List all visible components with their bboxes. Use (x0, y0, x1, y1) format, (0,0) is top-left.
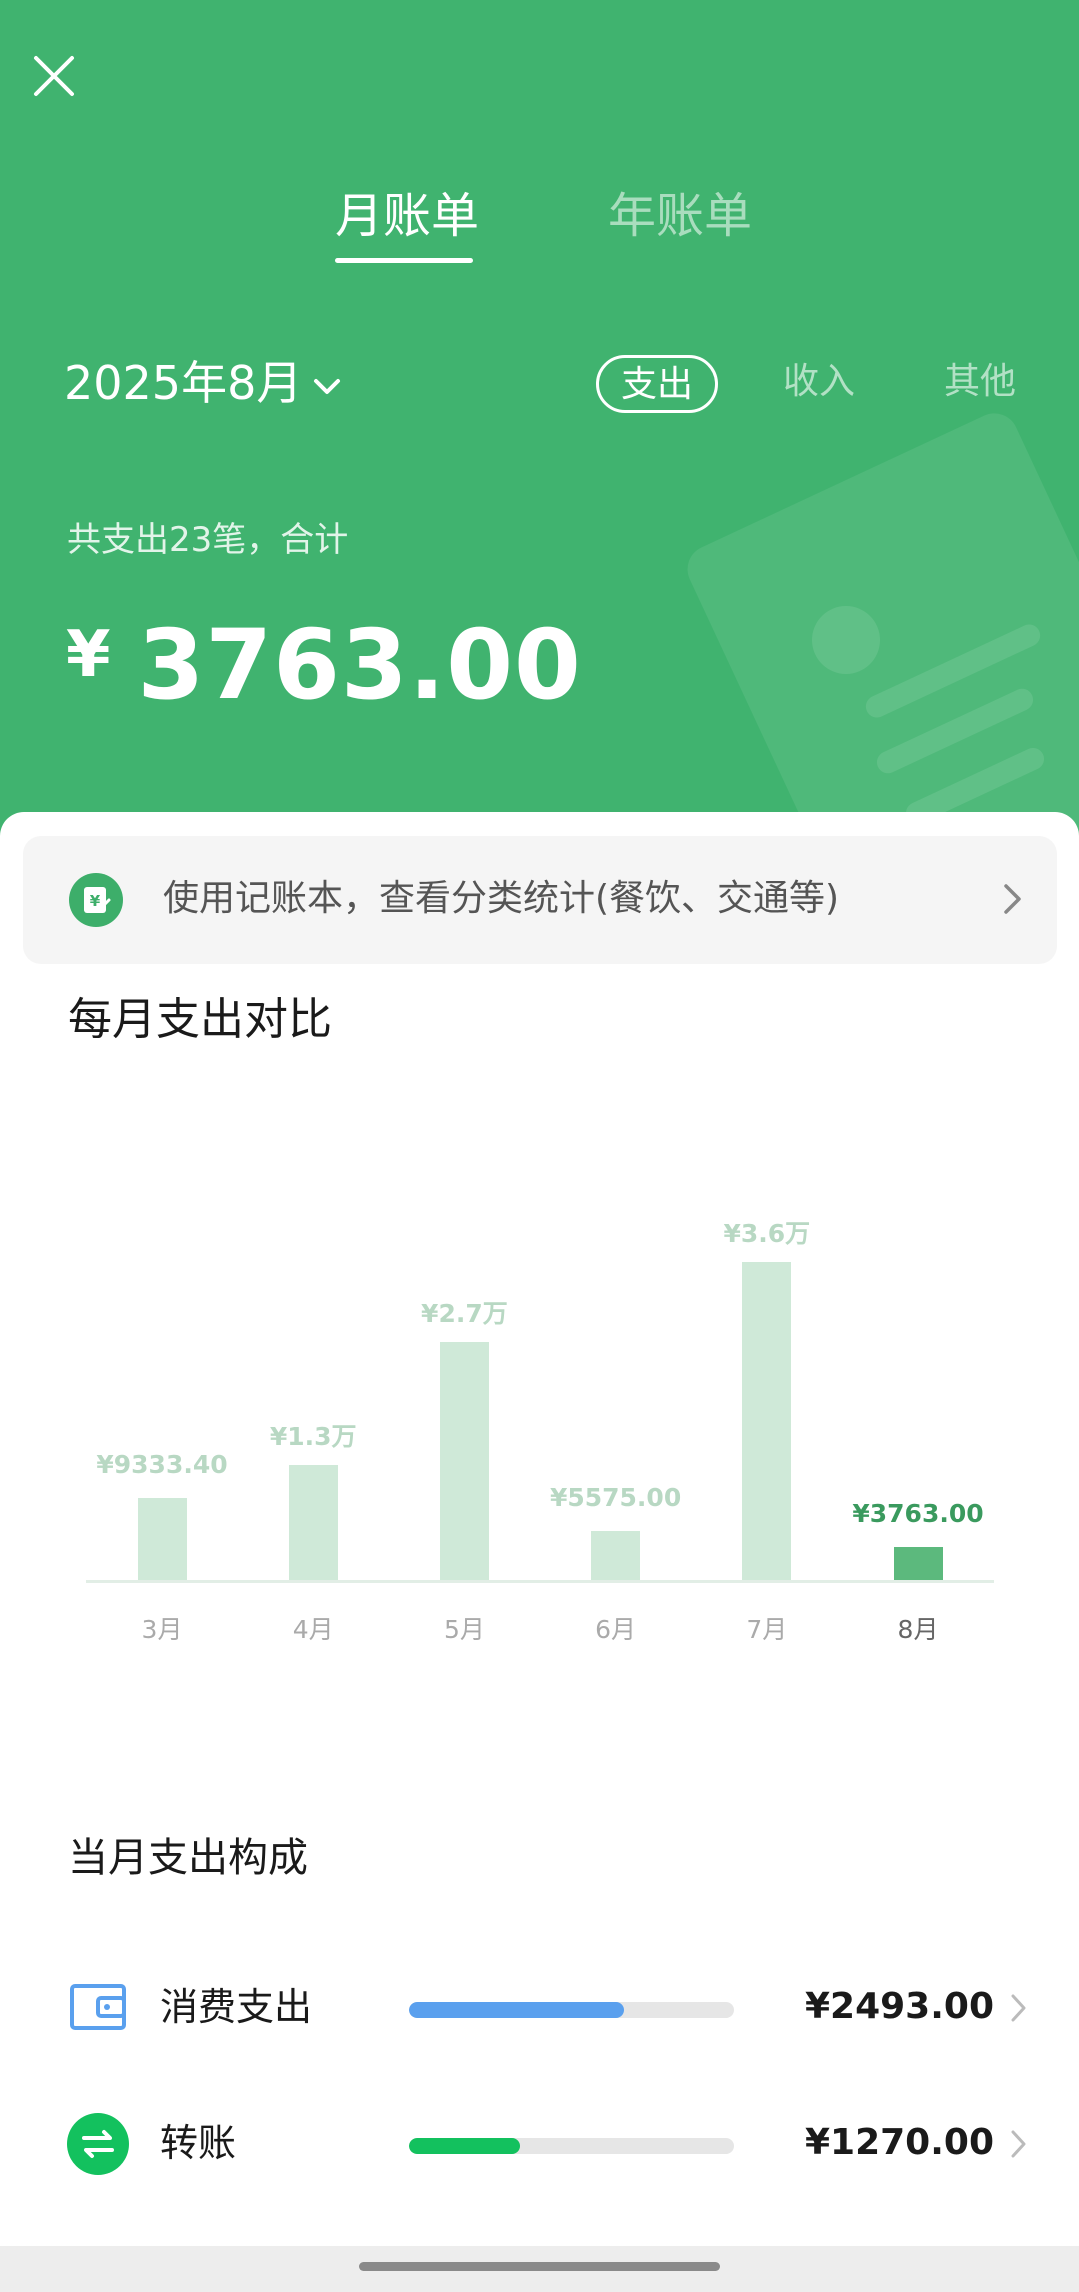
comparison-title: 每月支出对比 (68, 994, 332, 1045)
filter-other[interactable]: 其他 (925, 355, 1035, 413)
x-tick-label: 3月 (141, 1615, 183, 1644)
bar-value-label: ¥3763.00 (852, 1498, 984, 1528)
bar-value-label: ¥3.6万 (723, 1219, 811, 1248)
bar-2[interactable] (288, 1465, 338, 1580)
currency-symbol: ¥ (66, 618, 112, 692)
month-label: 2025年8月 (64, 356, 303, 410)
close-icon (34, 56, 74, 96)
composition-title: 当月支出构成 (68, 1835, 308, 1881)
chevron-right-icon (1004, 884, 1021, 914)
progress-track (409, 2138, 734, 2154)
bar-value-label: ¥1.3万 (269, 1422, 357, 1452)
filter-expense[interactable]: 支出 (596, 355, 718, 413)
x-tick-label: 5月 (443, 1615, 485, 1644)
chevron-down-icon (314, 378, 341, 394)
tab-indicator (335, 258, 473, 263)
decorative-dot (812, 606, 880, 674)
promo-text: 使用记账本，查看分类统计(餐饮、交通等) (163, 878, 840, 919)
composition-row-consumption[interactable]: 消费支出 ¥2493.00 (0, 1956, 1079, 2056)
ledger-promo-banner[interactable]: ¥ 使用记账本，查看分类统计(餐饮、交通等) (23, 836, 1057, 964)
total-value: 3763.00 (137, 609, 582, 721)
chevron-right-icon (1011, 2130, 1026, 2158)
bar-1[interactable] (137, 1497, 187, 1580)
filter-income[interactable]: 收入 (764, 355, 874, 413)
month-selector[interactable]: 2025年8月 (64, 358, 342, 408)
bar-4[interactable] (591, 1530, 641, 1580)
bar-value-label: ¥9333.40 (96, 1449, 228, 1479)
home-indicator[interactable] (359, 2262, 720, 2271)
svg-text:¥: ¥ (90, 892, 101, 910)
x-tick-label: 8月 (897, 1615, 939, 1644)
transfer-icon (66, 2112, 130, 2176)
bar-5[interactable] (742, 1262, 792, 1580)
progress-track (409, 2002, 734, 2018)
chart-baseline (86, 1580, 994, 1583)
row-amount: ¥1270.00 (804, 2122, 994, 2163)
header: 月账单 年账单 2025年8月 支出 收入 其他 共支出23笔，合计 ¥3763… (0, 0, 1079, 860)
bar-value-label: ¥5575.00 (549, 1482, 682, 1512)
monthly-bar-chart: ¥9333.40 3月 ¥1.3万 4月 ¥2.7万 5月 ¥5575.00 6月 ¥3.6万 7… (0, 1110, 1079, 1670)
bar-value-label: ¥2.7万 (421, 1298, 508, 1328)
tab-yearly[interactable]: 年账单 (608, 188, 752, 244)
ledger-icon: ¥ (69, 873, 123, 927)
tab-monthly[interactable]: 月账单 (335, 188, 479, 244)
x-tick-label: 4月 (292, 1615, 334, 1644)
x-tick-label: 6月 (595, 1615, 637, 1644)
progress-fill (409, 2138, 520, 2154)
close-button[interactable] (30, 52, 80, 102)
composition-row-transfer[interactable]: 转账 ¥1270.00 (0, 2092, 1079, 2192)
progress-fill (409, 2002, 624, 2018)
x-tick-label: 7月 (746, 1615, 788, 1644)
row-label: 消费支出 (160, 1985, 313, 2029)
summary-text: 共支出23笔，合计 (67, 520, 349, 560)
bar-3[interactable] (439, 1341, 489, 1580)
wallet-icon (66, 1976, 130, 2040)
total-amount: ¥3763.00 (66, 600, 582, 720)
row-label: 转账 (160, 2121, 237, 2165)
bar-6[interactable] (893, 1546, 943, 1580)
row-amount: ¥2493.00 (804, 1986, 994, 2027)
chevron-right-icon (1011, 1994, 1026, 2022)
